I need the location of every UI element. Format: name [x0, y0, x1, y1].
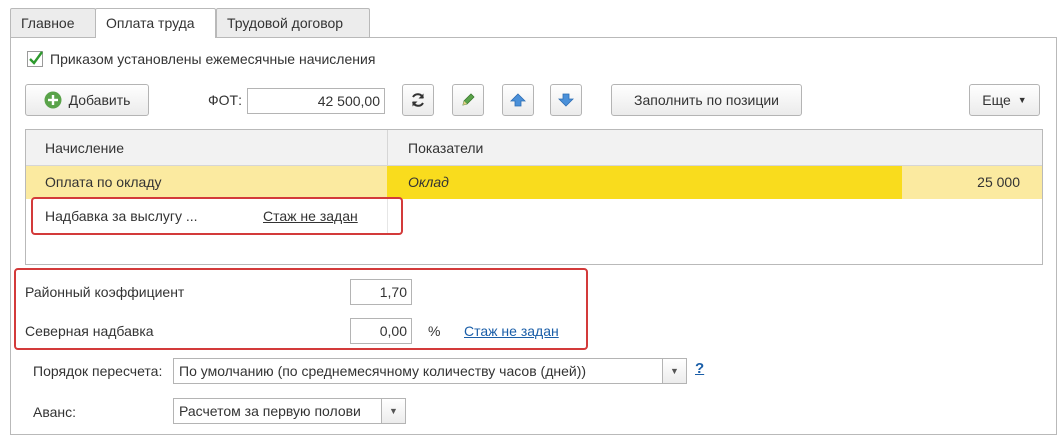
recalc-order-value: По умолчанию (по среднемесячному количес… — [179, 363, 587, 379]
chevron-down-icon: ▼ — [1017, 95, 1027, 105]
refresh-icon — [412, 93, 424, 107]
more-button-label: Еще — [982, 92, 1011, 108]
help-link[interactable]: ? — [695, 360, 704, 377]
indicator-cell[interactable]: Оклад — [387, 166, 902, 199]
fot-field[interactable]: 42 500,00 — [247, 88, 385, 114]
add-button[interactable]: Добавить — [25, 84, 149, 116]
tab-main[interactable]: Главное — [10, 8, 96, 37]
plus-icon — [44, 91, 62, 109]
monthly-accruals-label: Приказом установлены ежемесячные начисле… — [50, 51, 376, 67]
move-up-button[interactable] — [502, 84, 534, 116]
indicator-name: Оклад — [408, 174, 449, 190]
add-button-label: Добавить — [68, 92, 131, 108]
more-button[interactable]: Еще ▼ — [969, 84, 1040, 116]
highlight-regional-fields — [14, 268, 588, 350]
monthly-accruals-checkbox[interactable] — [27, 51, 43, 70]
advance-select[interactable]: Расчетом за первую полови ▼ — [173, 398, 406, 424]
table-row[interactable]: Оплата по окладу Оклад 25 000 — [26, 166, 1042, 199]
recalc-order-select[interactable]: По умолчанию (по среднемесячному количес… — [173, 358, 687, 384]
checkmark-icon — [27, 51, 43, 67]
highlight-seniority-row — [31, 197, 403, 235]
table-header: Начисление Показатели — [26, 130, 1042, 166]
tab-employment-contract[interactable]: Трудовой договор — [216, 8, 370, 37]
edit-button[interactable] — [452, 84, 484, 116]
fot-label: ФОТ: — [208, 92, 242, 108]
accrual-cell: Оплата по окладу — [45, 174, 162, 190]
recalc-order-label: Порядок пересчета: — [33, 363, 163, 379]
refresh-button[interactable] — [402, 84, 434, 116]
move-down-icon — [558, 93, 574, 107]
chevron-down-icon[interactable]: ▼ — [662, 359, 686, 383]
column-header-accrual[interactable]: Начисление — [45, 140, 124, 156]
advance-label: Аванс: — [33, 404, 77, 420]
edit-pencil-icon — [462, 93, 475, 106]
advance-value: Расчетом за первую полови — [179, 403, 361, 419]
tab-payroll[interactable]: Оплата труда — [95, 8, 216, 38]
move-down-button[interactable] — [550, 84, 582, 116]
chevron-down-icon[interactable]: ▼ — [381, 399, 405, 423]
fill-by-position-button[interactable]: Заполнить по позиции — [611, 84, 802, 116]
column-divider — [387, 130, 388, 166]
move-up-icon — [510, 93, 526, 107]
indicator-value-cell: 25 000 — [977, 174, 1020, 190]
column-header-indicators[interactable]: Показатели — [408, 140, 483, 156]
